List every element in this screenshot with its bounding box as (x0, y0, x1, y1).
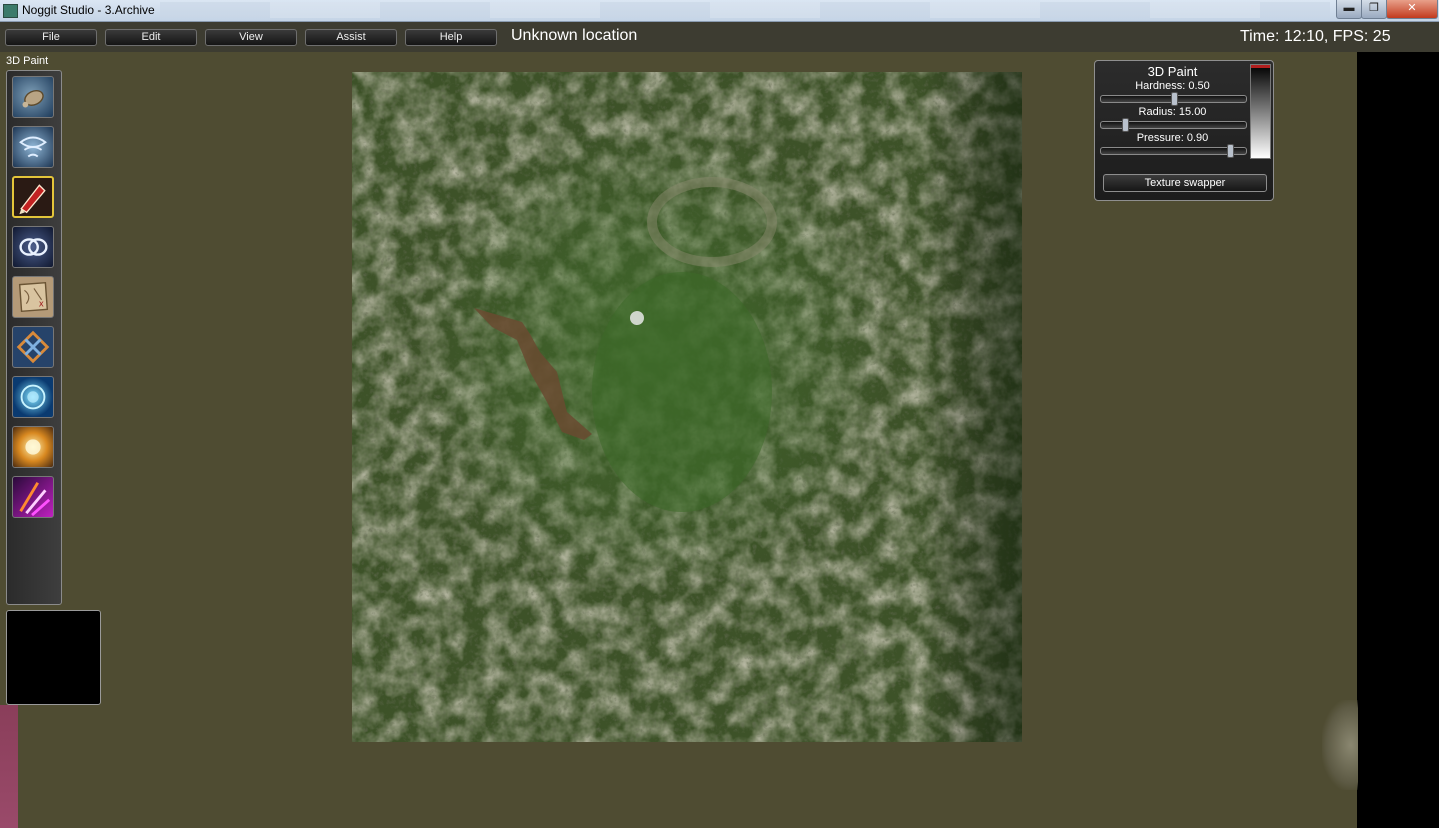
flatten-blur-icon (19, 136, 47, 158)
minimize-button[interactable]: ▬ (1336, 0, 1362, 19)
impassible-flag-icon (16, 330, 50, 364)
tool-texture-paint[interactable] (12, 176, 54, 218)
background-taskbar-tabs (160, 2, 1330, 18)
hardness-slider[interactable] (1100, 92, 1247, 106)
distant-terrain (1322, 700, 1358, 790)
radius-label: Radius: 15.00 (1138, 106, 1207, 118)
tool-water[interactable] (12, 376, 54, 418)
app-icon (3, 4, 18, 18)
pressure-slider-thumb[interactable] (1227, 144, 1234, 158)
mccv-paint-icon (19, 481, 51, 517)
holes-icon (19, 238, 48, 256)
window-title-bar: Noggit Studio - 3.Archive ▬ ❐ ✕ (0, 0, 1439, 22)
tool-impassible-flag[interactable] (12, 326, 54, 368)
tool-object-editor[interactable] (12, 426, 54, 468)
tool-holes[interactable] (12, 226, 54, 268)
location-label: Unknown location (511, 27, 638, 44)
pressure-slider[interactable] (1100, 144, 1247, 158)
menu-bar: File Edit View Assist Help Unknown locat… (0, 22, 1439, 52)
minimap-preview (6, 610, 101, 705)
viewport-black-region (1357, 52, 1439, 828)
brush-falloff-gradient (1250, 64, 1271, 159)
maximize-button[interactable]: ❐ (1361, 0, 1387, 19)
menu-edit[interactable]: Edit (105, 29, 197, 46)
tool-mccv-paint[interactable] (12, 476, 54, 518)
svg-text:x: x (39, 300, 44, 310)
brush-panel-title: 3D Paint (1147, 64, 1198, 79)
tool-panel-title: 3D Paint (6, 55, 49, 67)
radius-slider-thumb[interactable] (1122, 118, 1129, 132)
menu-view[interactable]: View (205, 29, 297, 46)
window-title: Noggit Studio - 3.Archive (22, 3, 155, 17)
menu-file[interactable]: File (5, 29, 97, 46)
menu-assist[interactable]: Assist (305, 29, 397, 46)
brush-cursor (630, 311, 644, 325)
menu-help[interactable]: Help (405, 29, 497, 46)
hardness-label: Hardness: 0.50 (1135, 80, 1210, 92)
close-button[interactable]: ✕ (1386, 0, 1438, 19)
radius-slider[interactable] (1100, 118, 1247, 132)
tool-panel: x (6, 70, 62, 605)
water-icon (20, 384, 46, 410)
raise-lower-icon (22, 89, 44, 108)
time-fps-status: Time: 12:10, FPS: 25 (1240, 28, 1391, 45)
area-id-icon: x (18, 281, 49, 313)
tool-area-id[interactable]: x (12, 276, 54, 318)
hardness-slider-thumb[interactable] (1171, 92, 1178, 106)
terrain-heightmap-render (352, 72, 1022, 742)
object-editor-icon (25, 439, 41, 455)
texture-swapper-button[interactable]: Texture swapper (1103, 174, 1267, 192)
brush-settings-panel: 3D Paint Hardness: 0.50 Radius: 15.00 Pr… (1094, 60, 1274, 201)
tool-raise-lower[interactable] (12, 76, 54, 118)
pressure-label: Pressure: 0.90 (1136, 132, 1209, 144)
left-edge-stripe (0, 705, 18, 828)
texture-paint-icon (19, 184, 46, 215)
terrain-viewport[interactable] (352, 72, 1022, 742)
tool-flatten-blur[interactable] (12, 126, 54, 168)
